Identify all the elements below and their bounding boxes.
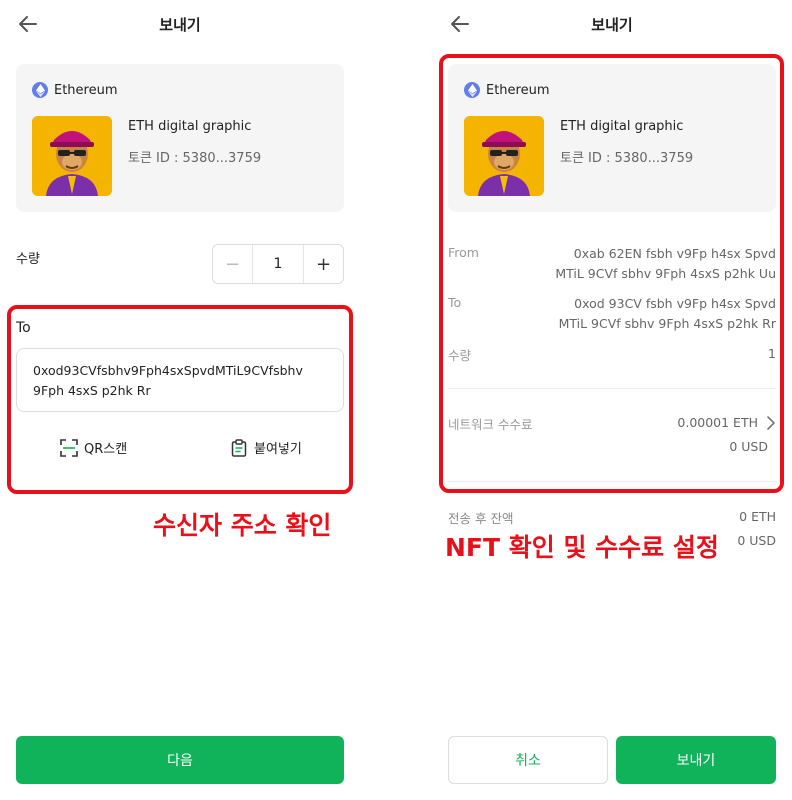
top-bar: 보내기	[432, 0, 792, 50]
highlight-box-recipient	[7, 305, 353, 494]
ethereum-icon	[32, 82, 48, 98]
decrement-button[interactable]: −	[213, 245, 253, 283]
highlight-box-confirm	[439, 54, 784, 493]
balance-after-eth: 0 ETH	[739, 509, 776, 524]
page-title: 보내기	[591, 16, 633, 34]
chain-name: Ethereum	[54, 82, 118, 98]
send-button[interactable]: 보내기	[616, 736, 776, 784]
balance-after-usd: 0 USD	[737, 533, 776, 548]
quantity-label: 수량	[16, 252, 40, 267]
annotation-recipient: 수신자 주소 확인	[153, 511, 332, 540]
send-screen-confirm: 보내기 Ethereum ETH digital graphic 토큰 ID:…	[432, 0, 792, 800]
quantity-stepper: − 1 +	[212, 244, 344, 284]
increment-button[interactable]: +	[303, 245, 343, 283]
quantity-value[interactable]: 1	[253, 245, 303, 283]
cancel-button[interactable]: 취소	[448, 736, 608, 784]
nft-thumbnail	[32, 116, 112, 196]
nft-name: ETH digital graphic	[128, 119, 252, 134]
balance-after-label: 전송 후 잔액	[448, 511, 514, 526]
top-bar: 보내기	[0, 0, 360, 50]
next-button[interactable]: 다음	[16, 736, 344, 784]
annotation-confirm: NFT 확인 및 수수료 설정	[445, 533, 719, 562]
nft-card: Ethereum ETH digital graphic 토큰 ID : 538…	[16, 64, 344, 212]
chain-label: Ethereum	[32, 82, 118, 98]
send-screen-recipient: 보내기 Ethereum ETH digital graphic 토큰 ID:…	[0, 0, 360, 800]
nft-token-id: 토큰 ID : 5380...3759	[128, 151, 262, 166]
page-title: 보내기	[159, 16, 201, 34]
